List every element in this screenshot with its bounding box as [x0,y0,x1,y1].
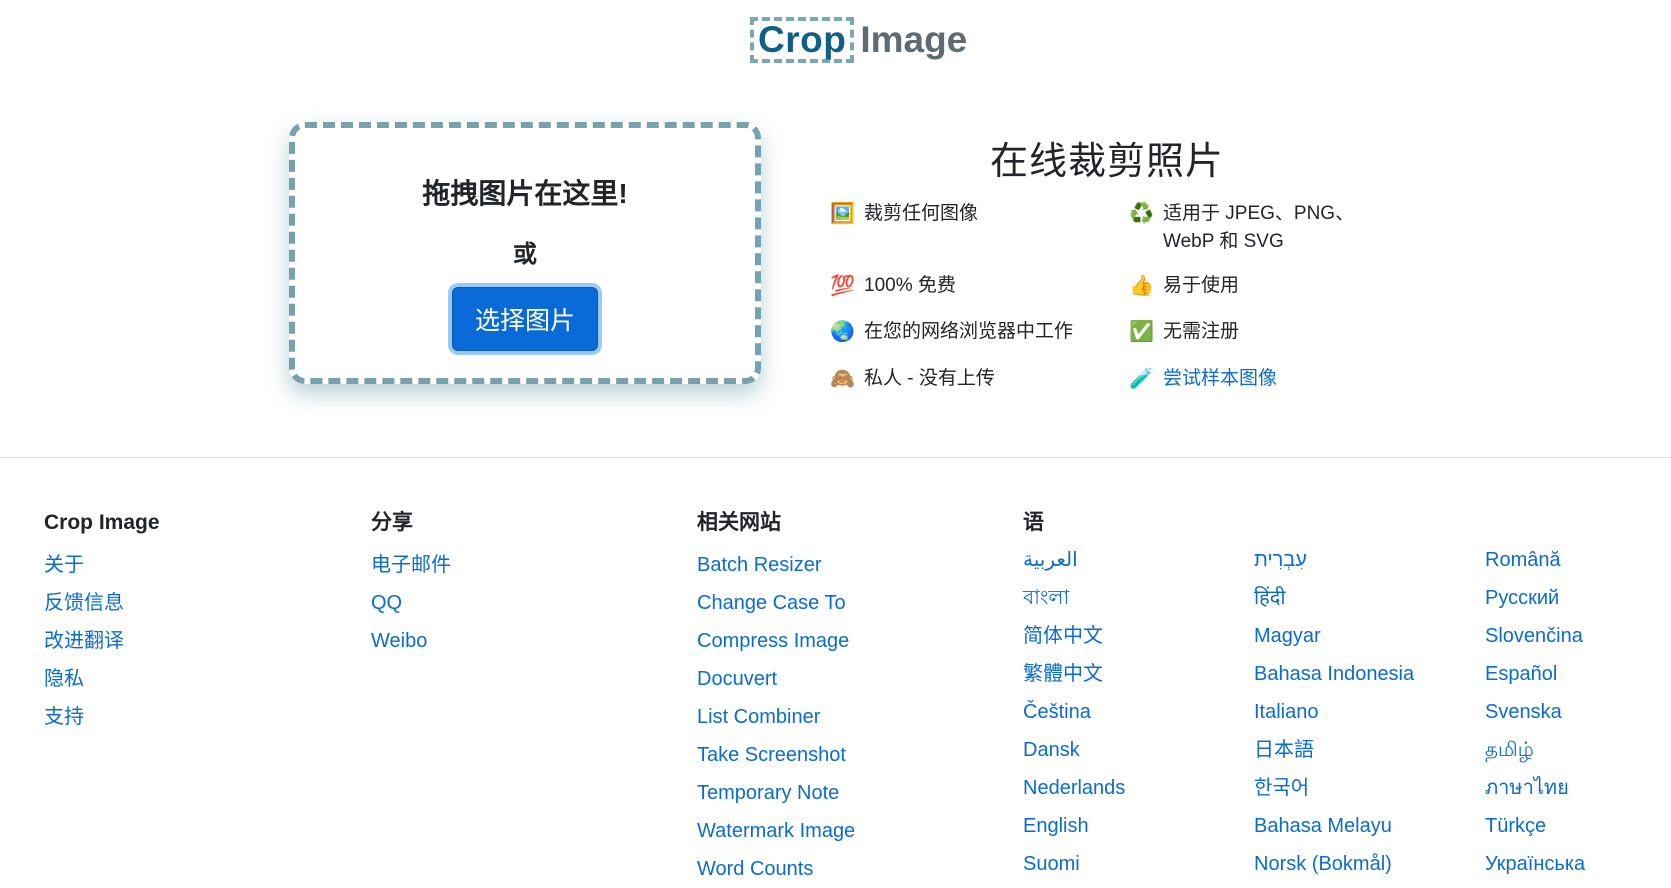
footer-about-column: Crop Image 关于 反馈信息 改进翻译 隐私 支持 [44,508,160,736]
test-tube-icon: 🧪 [1129,368,1154,390]
related-site-link[interactable]: List Combiner [697,698,855,736]
language-link[interactable]: Dansk [1023,731,1125,769]
share-email-link[interactable]: 电子邮件 [371,546,451,584]
page-title: 在线裁剪照片 [990,141,1225,183]
footer-about-heading: Crop Image [44,511,160,534]
footer-share-column: 分享 电子邮件 QQ Weibo [371,508,451,660]
select-image-button[interactable]: 选择图片 [451,287,598,351]
language-link[interactable]: Slovenčina [1485,617,1585,655]
feature-text: 无需注册 [1163,321,1240,342]
language-link[interactable]: English [1023,807,1125,845]
drop-zone-or: 或 [513,241,537,268]
feature-sample[interactable]: 🧪 尝试样本图像 [1129,365,1277,393]
footer-languages-heading: 语 [1023,511,1044,534]
language-link[interactable]: 繁體中文 [1023,655,1125,693]
language-list-1: العربية বাংলা 简体中文 繁體中文 Čeština Dansk Ne… [1023,541,1125,883]
language-link[interactable]: தமிழ் [1485,731,1585,769]
related-site-link[interactable]: Change Case To [697,584,855,622]
see-no-evil-monkey-icon: 🙈 [830,368,855,390]
share-qq-link[interactable]: QQ [371,584,451,622]
thumbs-up-icon: 👍 [1129,275,1154,297]
related-site-link[interactable]: Batch Resizer [697,546,855,584]
image-drop-zone[interactable]: 拖拽图片在这里! 或 选择图片 [289,122,761,384]
related-site-link[interactable]: Compress Image [697,622,855,660]
language-link[interactable]: العربية [1023,541,1125,579]
footer-divider [0,457,1671,458]
logo-image-text: Image [860,19,968,60]
footer-link-support[interactable]: 支持 [44,698,160,736]
feature-no-signup: ✅ 无需注册 [1129,318,1239,346]
language-link[interactable]: বাংলা [1023,579,1125,617]
feature-private: 🙈 私人 - 没有上传 [830,365,995,393]
try-sample-image-link[interactable]: 尝试样本图像 [1163,365,1277,393]
language-link[interactable]: Español [1485,655,1585,693]
related-site-link[interactable]: Docuvert [697,660,855,698]
footer-link-improve-translation[interactable]: 改进翻译 [44,622,160,660]
language-link[interactable]: Magyar [1254,617,1414,655]
footer-related-heading: 相关网站 [697,511,781,534]
language-link[interactable]: Română [1485,541,1585,579]
language-link[interactable]: 简体中文 [1023,617,1125,655]
footer-share-heading: 分享 [371,511,413,534]
language-link[interactable]: Norsk (Bokmål) [1254,845,1414,883]
feature-text: 裁剪任何图像 [864,203,979,224]
language-link[interactable]: Čeština [1023,693,1125,731]
language-link[interactable]: Svenska [1485,693,1585,731]
feature-browser: 🌏 在您的网络浏览器中工作 [830,318,1073,346]
footer-link-feedback[interactable]: 反馈信息 [44,584,160,622]
footer-link-privacy[interactable]: 隐私 [44,660,160,698]
language-link[interactable]: ภาษาไทย [1485,769,1585,807]
feature-free: 💯 100% 免费 [830,272,956,300]
language-link[interactable]: 日本語 [1254,731,1414,769]
language-link[interactable]: Türkçe [1485,807,1585,845]
check-mark-icon: ✅ [1129,321,1154,343]
language-link[interactable]: Italiano [1254,693,1414,731]
feature-easy: 👍 易于使用 [1129,272,1239,300]
feature-text: 易于使用 [1163,275,1240,296]
language-link[interactable]: Nederlands [1023,769,1125,807]
language-link[interactable]: Українська [1485,845,1585,883]
feature-formats: ♻️ 适用于 JPEG、PNG、WebP 和 SVG [1129,200,1398,256]
logo-crop-box: Crop [750,17,855,63]
logo-crop-text: Crop [758,19,847,60]
related-site-link[interactable]: Word Counts [697,850,855,888]
feature-crop-any: 🖼️ 裁剪任何图像 [830,200,978,228]
language-link[interactable]: Русский [1485,579,1585,617]
language-link[interactable]: हिंदी [1254,579,1414,617]
language-list-2: עִבְרִית हिंदी Magyar Bahasa Indonesia I… [1254,541,1414,883]
language-link[interactable]: 한국어 [1254,769,1414,807]
feature-text: 100% 免费 [864,275,956,296]
footer-related-column: 相关网站 Batch Resizer Change Case To Compre… [697,508,855,888]
feature-text: 适用于 JPEG、PNG、WebP 和 SVG [1163,203,1355,252]
language-link[interactable]: Bahasa Melayu [1254,807,1414,845]
feature-text: 私人 - 没有上传 [864,368,995,389]
hundred-points-icon: 💯 [830,275,855,297]
picture-icon: 🖼️ [830,203,855,225]
language-link[interactable]: Suomi [1023,845,1125,883]
drop-zone-title: 拖拽图片在这里! [422,178,628,209]
feature-text: 在您的网络浏览器中工作 [864,321,1074,342]
share-weibo-link[interactable]: Weibo [371,622,451,660]
globe-icon: 🌏 [830,321,855,343]
footer-link-about[interactable]: 关于 [44,546,160,584]
site-logo[interactable]: Crop Image [750,12,967,68]
language-list-3: Română Русский Slovenčina Español Svensk… [1485,541,1585,883]
related-site-link[interactable]: Watermark Image [697,812,855,850]
related-site-link[interactable]: Temporary Note [697,774,855,812]
language-link[interactable]: עִבְרִית [1254,541,1414,579]
language-link[interactable]: Bahasa Indonesia [1254,655,1414,693]
recycle-icon: ♻️ [1129,203,1154,225]
related-site-link[interactable]: Take Screenshot [697,736,855,774]
